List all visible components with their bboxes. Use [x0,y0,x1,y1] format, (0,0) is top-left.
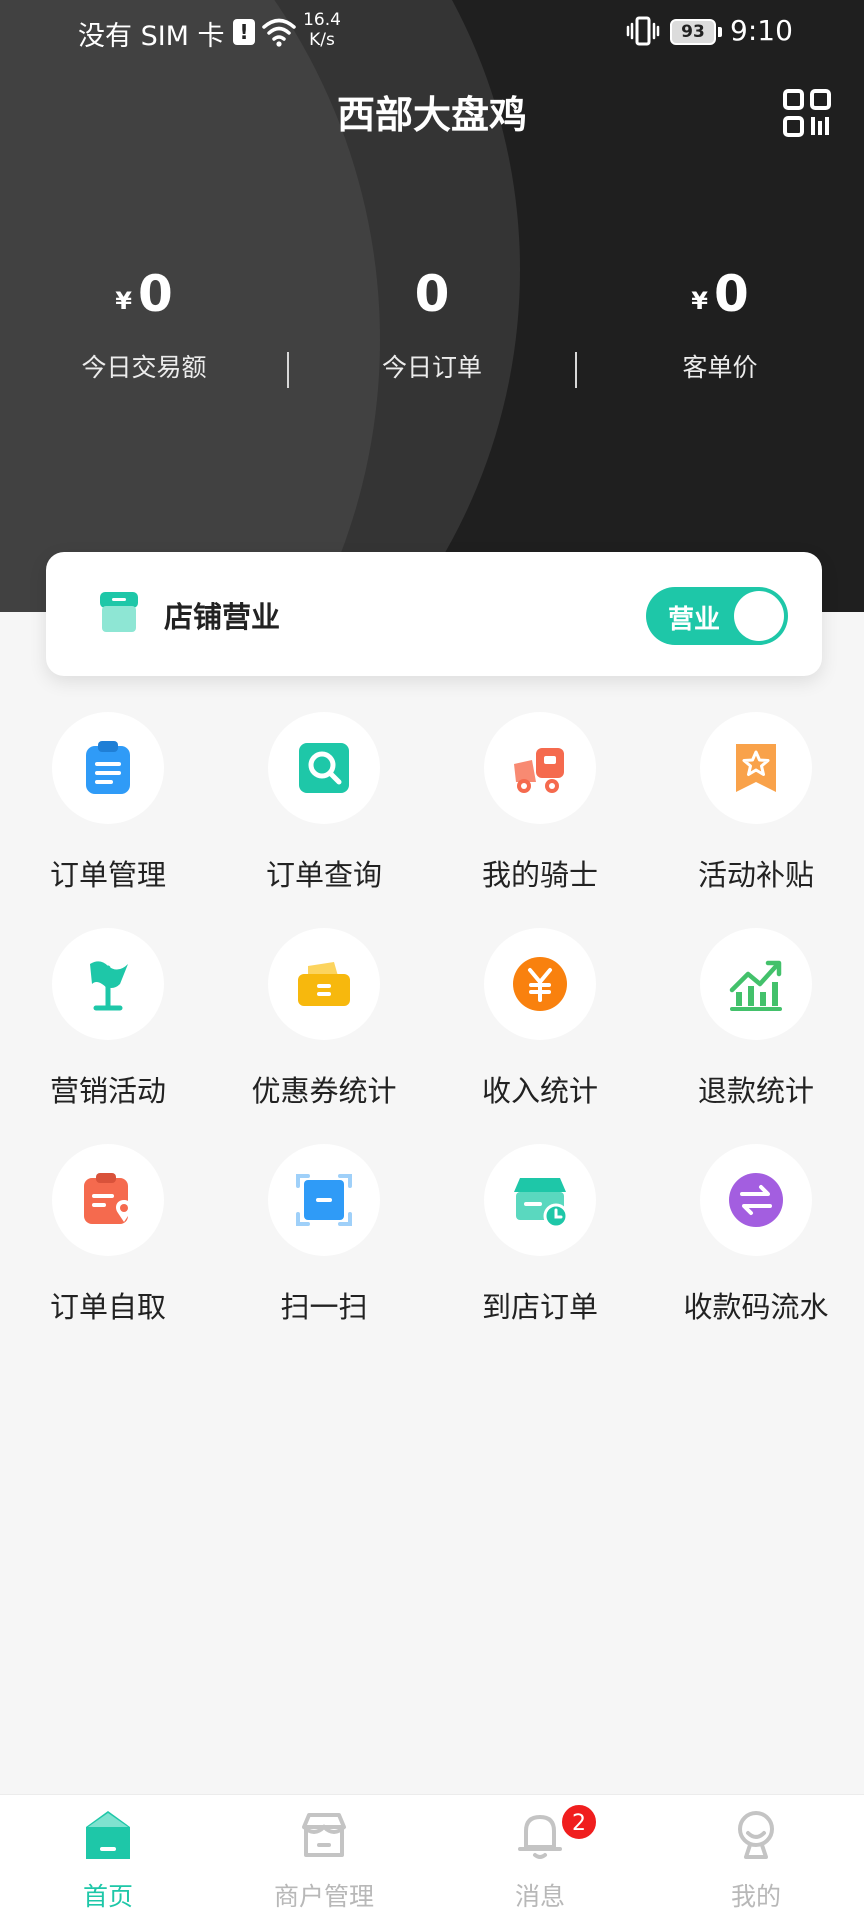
stat-value: 0 [137,265,173,323]
store-open-toggle[interactable]: 营业 [646,587,788,645]
grid-item-label: 订单查询 [265,858,382,892]
grid-item-label: 扫一扫 [280,1290,368,1324]
home-screen: 没有 SIM 卡 16.4 K/s 93 9:10 西部大盘鸡 [0,0,864,1920]
clipboard-icon [86,741,130,794]
stat-value: 0 [713,265,749,323]
bar-trend-icon [729,960,782,1011]
battery-tip [718,27,722,37]
sim-status: 没有 SIM 卡 [78,21,225,52]
grid-item-order-management[interactable]: 订单管理 [0,712,216,912]
stat-today-orders[interactable]: 0 今日订单 [288,262,576,384]
flag-icon [90,961,128,1011]
nav-label: 商户管理 [273,1882,374,1911]
grid-item-order-query[interactable]: 订单查询 [216,712,432,912]
grid-item-label: 退款统计 [697,1074,814,1108]
bell-icon [518,1815,562,1859]
grid-item-label: 收入统计 [481,1074,598,1108]
grid-item-label: 我的骑士 [481,858,598,892]
stat-label: 客单价 [682,353,758,382]
shop-icon [302,1813,346,1857]
header-panel: 没有 SIM 卡 16.4 K/s 93 9:10 西部大盘鸡 [0,0,864,612]
yen-coin-icon [513,957,567,1011]
grid-item-coupon-stats[interactable]: 优惠券统计 [216,928,432,1128]
qr-code-icon[interactable] [782,88,832,138]
wifi-icon [262,18,296,47]
grid-item-label: 营销活动 [49,1074,166,1108]
grid-item-self-pickup[interactable]: 订单自取 [0,1144,216,1344]
grid-item-label: 订单管理 [49,858,166,892]
store-status-label: 店铺营业 [164,600,281,634]
store-clock-icon [514,1178,569,1229]
bottom-nav: 首页 商户管理 消息 2 我的 [0,1794,864,1920]
stat-avg-order-price[interactable]: ¥0 客单价 [576,262,864,384]
grid-item-label: 到店订单 [481,1290,598,1324]
nav-tab-mine[interactable]: 我的 [648,1795,864,1920]
store-icon [100,592,138,632]
star-badge-icon [736,744,776,792]
grid-item-scan[interactable]: 扫一扫 [216,1144,432,1344]
store-status-card: 店铺营业 营业 [46,552,822,676]
grid-item-in-store-orders[interactable]: 到店订单 [432,1144,648,1344]
grid-item-marketing[interactable]: 营销活动 [0,928,216,1128]
currency-symbol: ¥ [691,287,708,315]
nav-label: 消息 [514,1882,565,1911]
stat-value: 0 [414,265,450,323]
grid-item-label: 优惠券统计 [251,1074,397,1108]
scan-icon [296,1174,352,1226]
nav-label: 首页 [82,1882,133,1911]
grid-item-my-riders[interactable]: 我的骑士 [432,712,648,912]
nav-tab-home[interactable]: 首页 [0,1795,216,1920]
nav-tab-merchant-management[interactable]: 商户管理 [216,1795,432,1920]
vibrate-icon [626,16,660,46]
store-title: 西部大盘鸡 [336,93,527,137]
delivery-truck-icon [514,748,564,793]
grid-item-label: 活动补贴 [697,858,814,892]
clock: 9:10 [730,14,793,47]
net-speed-value: 16.4 [303,10,341,30]
nav-tab-messages[interactable]: 消息 [432,1795,648,1920]
coupon-wallet-icon [298,962,350,1006]
net-speed: 16.4 K/s [302,10,342,50]
battery-icon: 93 [670,19,716,45]
stat-today-revenue[interactable]: ¥0 今日交易额 [0,262,288,384]
stat-label: 今日订单 [381,353,482,382]
grid-item-label: 收款码流水 [683,1290,829,1324]
pickup-location-icon [84,1173,132,1224]
sim-alert-icon [233,19,255,45]
home-icon [86,1811,130,1859]
grid-item-income-stats[interactable]: 收入统计 [432,928,648,1128]
profile-icon [738,1811,774,1859]
toggle-label: 营业 [668,605,721,635]
grid-item-payment-code-flow[interactable]: 收款码流水 [648,1144,864,1344]
grid-item-activity-subsidy[interactable]: 活动补贴 [648,712,864,912]
transfer-icon [729,1173,783,1227]
grid-item-refund-stats[interactable]: 退款统计 [648,928,864,1128]
message-count-badge: 2 [560,1803,598,1841]
net-speed-unit: K/s [309,30,335,50]
toggle-knob [734,591,784,641]
status-bar: 没有 SIM 卡 16.4 K/s 93 9:10 [0,0,864,64]
stat-label: 今日交易额 [81,353,207,382]
nav-label: 我的 [730,1882,781,1911]
grid-item-label: 订单自取 [49,1290,166,1324]
search-doc-icon [299,743,349,793]
currency-symbol: ¥ [115,287,132,315]
